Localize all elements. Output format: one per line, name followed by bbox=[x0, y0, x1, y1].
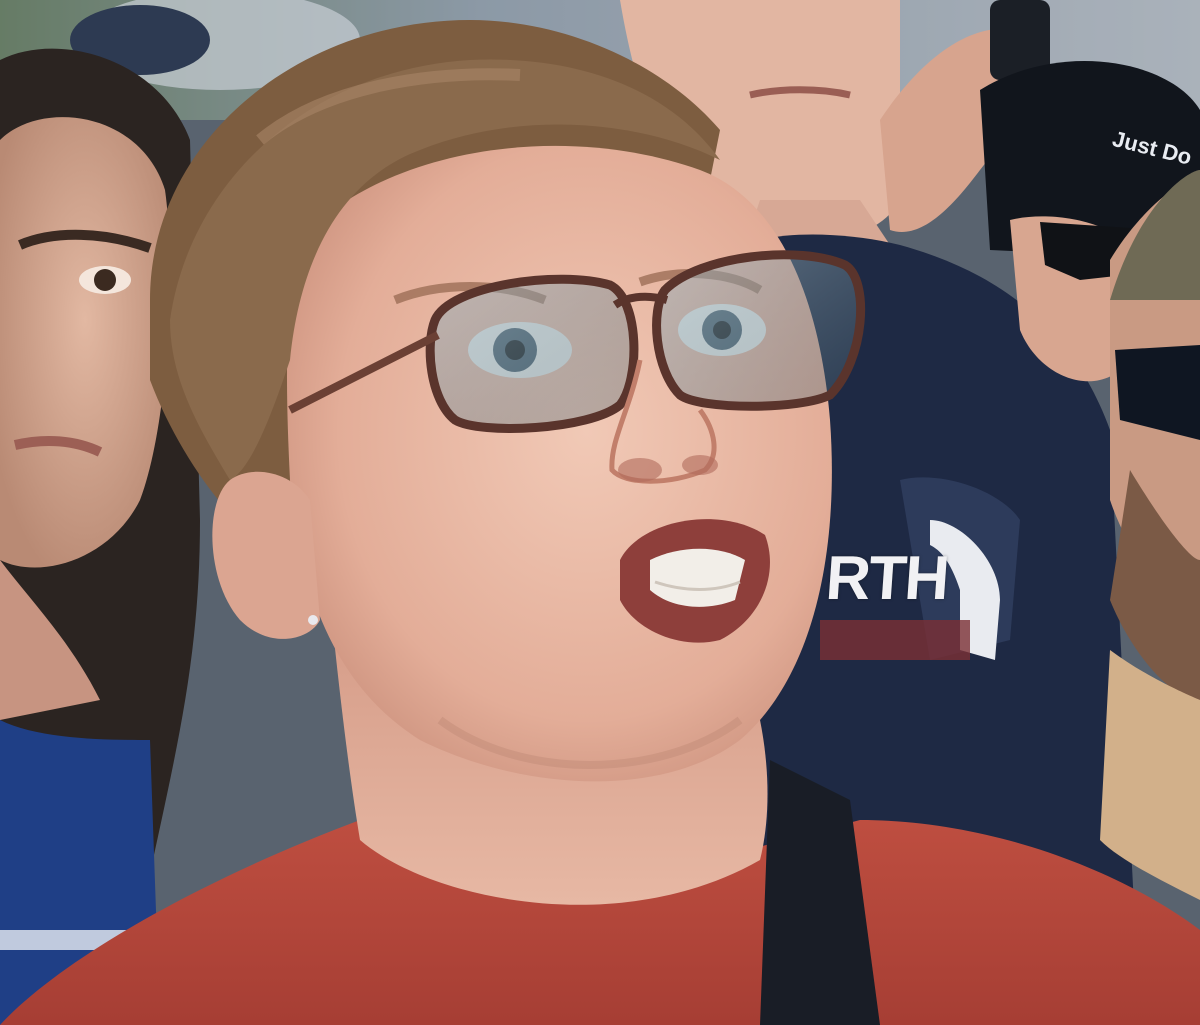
photo-canvas bbox=[0, 0, 1200, 1025]
shirt-logo-text: RTH bbox=[823, 544, 950, 613]
photo: RTH Just Do bbox=[0, 0, 1200, 1025]
